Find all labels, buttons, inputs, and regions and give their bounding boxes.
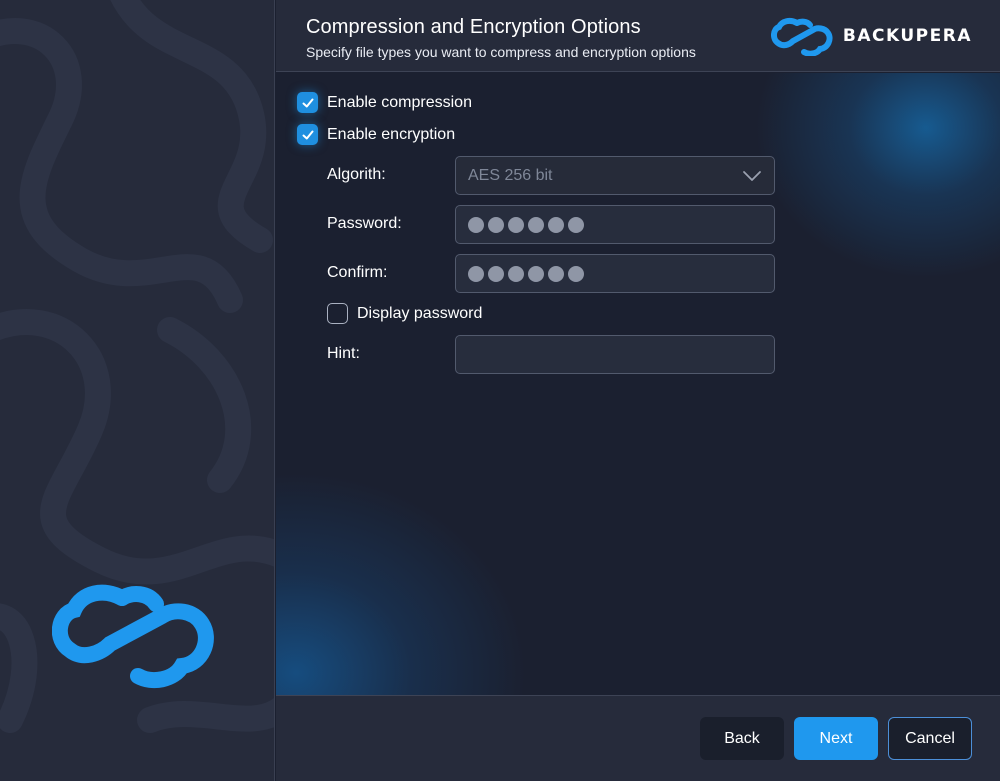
encryption-checkbox[interactable] — [297, 124, 318, 145]
chevron-down-icon — [743, 170, 761, 181]
cloud-infinity-icon — [52, 584, 214, 689]
confirm-password-mask — [468, 265, 584, 282]
password-dot — [468, 216, 484, 233]
password-label: Password: — [327, 215, 402, 232]
cancel-button[interactable]: Cancel — [888, 717, 972, 760]
confirm-label: Confirm: — [327, 264, 388, 281]
checkmark-icon — [302, 98, 313, 107]
confirm-password-field[interactable] — [455, 254, 775, 293]
enable-encryption-option[interactable]: Enable encryption — [297, 124, 455, 145]
hint-label: Hint: — [327, 345, 360, 362]
brand-logo: BACKUPERA — [770, 16, 972, 56]
algorithm-select[interactable]: AES 256 bit — [455, 156, 775, 195]
password-dot — [508, 265, 524, 282]
checkmark-icon — [302, 130, 313, 139]
side-panel — [0, 0, 275, 781]
compression-label: Enable compression — [327, 93, 472, 111]
password-dot — [568, 216, 584, 233]
password-dot — [528, 216, 544, 233]
display-password-checkbox[interactable] — [327, 303, 348, 324]
password-dot — [528, 265, 544, 282]
back-button[interactable]: Back — [700, 717, 784, 760]
enable-compression-option[interactable]: Enable compression — [297, 92, 472, 113]
page-title: Compression and Encryption Options — [306, 16, 641, 38]
wizard-header: Compression and Encryption Options Speci… — [276, 0, 1000, 72]
password-dot — [568, 265, 584, 282]
password-dot — [468, 265, 484, 282]
page-subtitle: Specify file types you want to compress … — [306, 44, 696, 60]
password-dot — [488, 216, 504, 233]
encryption-label: Enable encryption — [327, 125, 456, 143]
display-password-option[interactable]: Display password — [327, 303, 482, 324]
next-button[interactable]: Next — [794, 717, 878, 760]
password-mask — [468, 216, 584, 233]
wizard-footer: Back Next Cancel — [276, 695, 1000, 781]
password-field[interactable] — [455, 205, 775, 244]
password-dot — [548, 216, 564, 233]
algorithm-value: AES 256 bit — [468, 166, 553, 184]
password-dot — [548, 265, 564, 282]
password-dot — [508, 216, 524, 233]
display-password-label: Display password — [357, 304, 483, 322]
algorithm-label: Algorith: — [327, 166, 386, 183]
options-panel: Enable compression Enable encryption Alg… — [276, 73, 1000, 695]
password-dot — [488, 265, 504, 282]
compression-checkbox[interactable] — [297, 92, 318, 113]
cloud-infinity-icon — [770, 17, 833, 56]
hint-input[interactable] — [455, 335, 775, 374]
brand-name: BACKUPERA — [842, 26, 972, 46]
